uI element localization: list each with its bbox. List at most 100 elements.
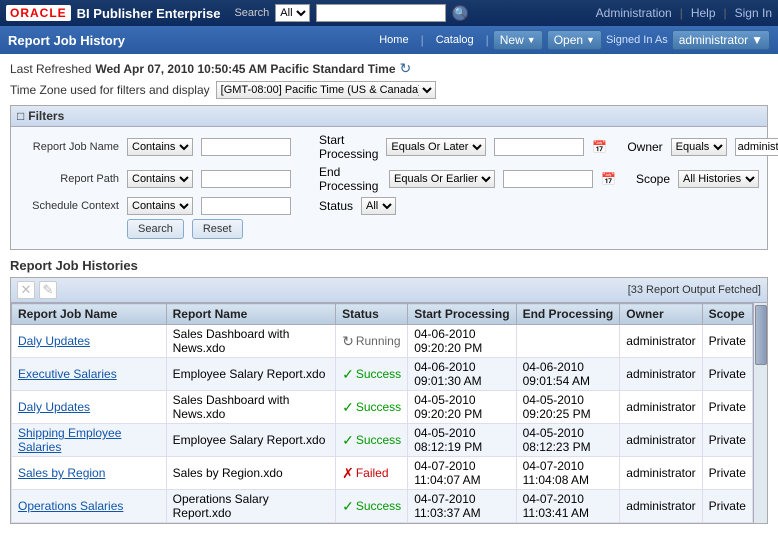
report-jobs-table: Report Job Name Report Name Status Start…: [11, 303, 753, 523]
search-label: Search: [234, 7, 269, 19]
table-row: Sales by RegionSales by Region.xdo✗Faile…: [12, 457, 753, 490]
report-name-cell: Sales Dashboard with News.xdo: [166, 325, 335, 358]
status-cell: ✓Success: [336, 424, 408, 457]
scope-cell: Private: [702, 325, 752, 358]
end-processing-cell: 04-05-2010 09:20:25 PM: [516, 391, 620, 424]
refresh-bar: Last Refreshed Wed Apr 07, 2010 10:50:45…: [10, 60, 768, 77]
report-path-label: Report Path: [19, 173, 119, 185]
start-processing-cell: 04-07-2010 11:04:07 AM: [408, 457, 516, 490]
start-processing-cell: 04-07-2010 11:03:37 AM: [408, 490, 516, 523]
report-job-name-link[interactable]: Sales by Region: [18, 466, 105, 480]
owner-cell: administrator: [620, 490, 702, 523]
owner-input[interactable]: [735, 138, 778, 156]
start-processing-input[interactable]: [494, 138, 584, 156]
table-row: Daly Updates Sales Dashboard with News.xd…: [12, 325, 753, 358]
owner-cell: administrator: [620, 325, 702, 358]
help-link[interactable]: Help: [691, 6, 716, 20]
report-job-name-link[interactable]: Operations Salaries: [18, 499, 123, 513]
filters-body: Report Job Name Contains Start Processin…: [11, 127, 767, 249]
report-name-cell: Employee Salary Report.xdo: [166, 424, 335, 457]
oracle-logo: ORACLE: [6, 5, 71, 21]
end-processing-calendar-icon[interactable]: 📅: [601, 172, 616, 186]
last-refreshed-label: Last Refreshed: [10, 62, 91, 76]
report-job-histories-title: Report Job Histories: [10, 258, 768, 273]
user-name-label: administrator: [679, 33, 748, 47]
status-select[interactable]: All: [361, 197, 396, 215]
home-link[interactable]: Home: [371, 32, 416, 48]
scope-select[interactable]: All Histories: [678, 170, 759, 188]
scope-cell: Private: [702, 424, 752, 457]
report-job-name-link[interactable]: Executive Salaries: [18, 367, 117, 381]
sign-in-link[interactable]: Sign In: [735, 6, 772, 20]
report-job-name-link[interactable]: Daly Updates: [18, 400, 90, 414]
main-content: Last Refreshed Wed Apr 07, 2010 10:50:45…: [0, 54, 778, 544]
table-scroll-area: Report Job Name Report Name Status Start…: [11, 303, 753, 523]
report-job-histories-table-container: ✕ ✎ [33 Report Output Fetched] Report Jo…: [10, 277, 768, 524]
nav-pipe-1: |: [421, 33, 424, 47]
start-processing-calendar-icon[interactable]: 📅: [592, 140, 607, 154]
bi-publisher-title: BI Publisher Enterprise: [77, 6, 221, 21]
toolbar-icons: ✕ ✎: [17, 281, 57, 299]
status-cell: ↻Running: [336, 325, 408, 358]
report-job-name-link[interactable]: Daly Updates: [18, 334, 90, 348]
scope-cell: Private: [702, 457, 752, 490]
refresh-icon[interactable]: ↻: [400, 60, 412, 77]
schedule-context-input[interactable]: [201, 197, 291, 215]
new-dropdown-btn[interactable]: New ▼: [493, 30, 543, 50]
timezone-label: Time Zone used for filters and display: [10, 83, 210, 97]
end-processing-input[interactable]: [503, 170, 593, 188]
new-btn-arrow-icon: ▼: [527, 35, 536, 45]
catalog-link[interactable]: Catalog: [428, 32, 482, 48]
edit-icon[interactable]: ✎: [39, 281, 57, 299]
search-submit-icon[interactable]: 🔍: [452, 5, 468, 21]
page-title: Report Job History: [8, 33, 367, 48]
report-job-name-link[interactable]: Shipping Employee Salaries: [18, 426, 121, 454]
administration-link[interactable]: Administration: [596, 6, 672, 20]
start-processing-cell: 04-06-2010 09:20:20 PM: [408, 325, 516, 358]
report-path-input[interactable]: [201, 170, 291, 188]
report-name-cell: Operations Salary Report.xdo: [166, 490, 335, 523]
owner-cond-select[interactable]: Equals: [671, 138, 727, 156]
reset-button[interactable]: Reset: [192, 219, 243, 239]
table-row: Shipping Employee Salaries Employee Salar…: [12, 424, 753, 457]
start-processing-cond-select[interactable]: Equals Or Later: [386, 138, 486, 156]
scope-cell: Private: [702, 490, 752, 523]
schedule-context-cond-select[interactable]: Contains: [127, 197, 193, 215]
open-btn-arrow-icon: ▼: [586, 35, 595, 45]
col-owner: Owner: [620, 304, 702, 325]
status-cell: ✓Success: [336, 358, 408, 391]
table-header-row: Report Job Name Report Name Status Start…: [12, 304, 753, 325]
filter-row-2: Report Path Contains End Processing Equa…: [19, 165, 759, 193]
top-navigation: ORACLE BI Publisher Enterprise Search Al…: [0, 0, 778, 26]
search-scope-select[interactable]: All: [275, 4, 310, 22]
report-name-cell: Sales Dashboard with News.xdo: [166, 391, 335, 424]
vertical-scrollbar[interactable]: [753, 303, 767, 523]
search-input[interactable]: [316, 4, 446, 22]
report-job-name-input[interactable]: [201, 138, 291, 156]
filter-row-1: Report Job Name Contains Start Processin…: [19, 133, 759, 161]
filter-row-3: Schedule Context Contains Status All: [19, 197, 759, 215]
delete-icon[interactable]: ✕: [17, 281, 35, 299]
owner-cell: administrator: [620, 424, 702, 457]
report-path-cond-select[interactable]: Contains: [127, 170, 193, 188]
start-processing-cell: 04-05-2010 09:20:20 PM: [408, 391, 516, 424]
col-report-name: Report Name: [166, 304, 335, 325]
scrollbar-thumb: [755, 305, 767, 365]
status-cell: ✓Success: [336, 490, 408, 523]
status-label: Status: [319, 199, 353, 213]
col-status: Status: [336, 304, 408, 325]
open-dropdown-btn[interactable]: Open ▼: [547, 30, 602, 50]
scope-cell: Private: [702, 391, 752, 424]
report-job-name-cond-select[interactable]: Contains: [127, 138, 193, 156]
refresh-date: Wed Apr 07, 2010 10:50:45 AM Pacific Sta…: [95, 62, 395, 76]
filters-title: Filters: [28, 109, 64, 123]
filters-header[interactable]: □ Filters: [11, 106, 767, 127]
report-name-cell: Employee Salary Report.xdo: [166, 358, 335, 391]
filters-section: □ Filters Report Job Name Contains Start…: [10, 105, 768, 250]
end-processing-cond-select[interactable]: Equals Or Earlier: [389, 170, 495, 188]
search-button[interactable]: Search: [127, 219, 184, 239]
status-cell: ✓Success: [336, 391, 408, 424]
timezone-select[interactable]: [GMT-08:00] Pacific Time (US & Canada): [216, 81, 436, 99]
start-processing-label: Start Processing: [319, 133, 378, 161]
user-dropdown-btn[interactable]: administrator ▼: [672, 30, 770, 50]
